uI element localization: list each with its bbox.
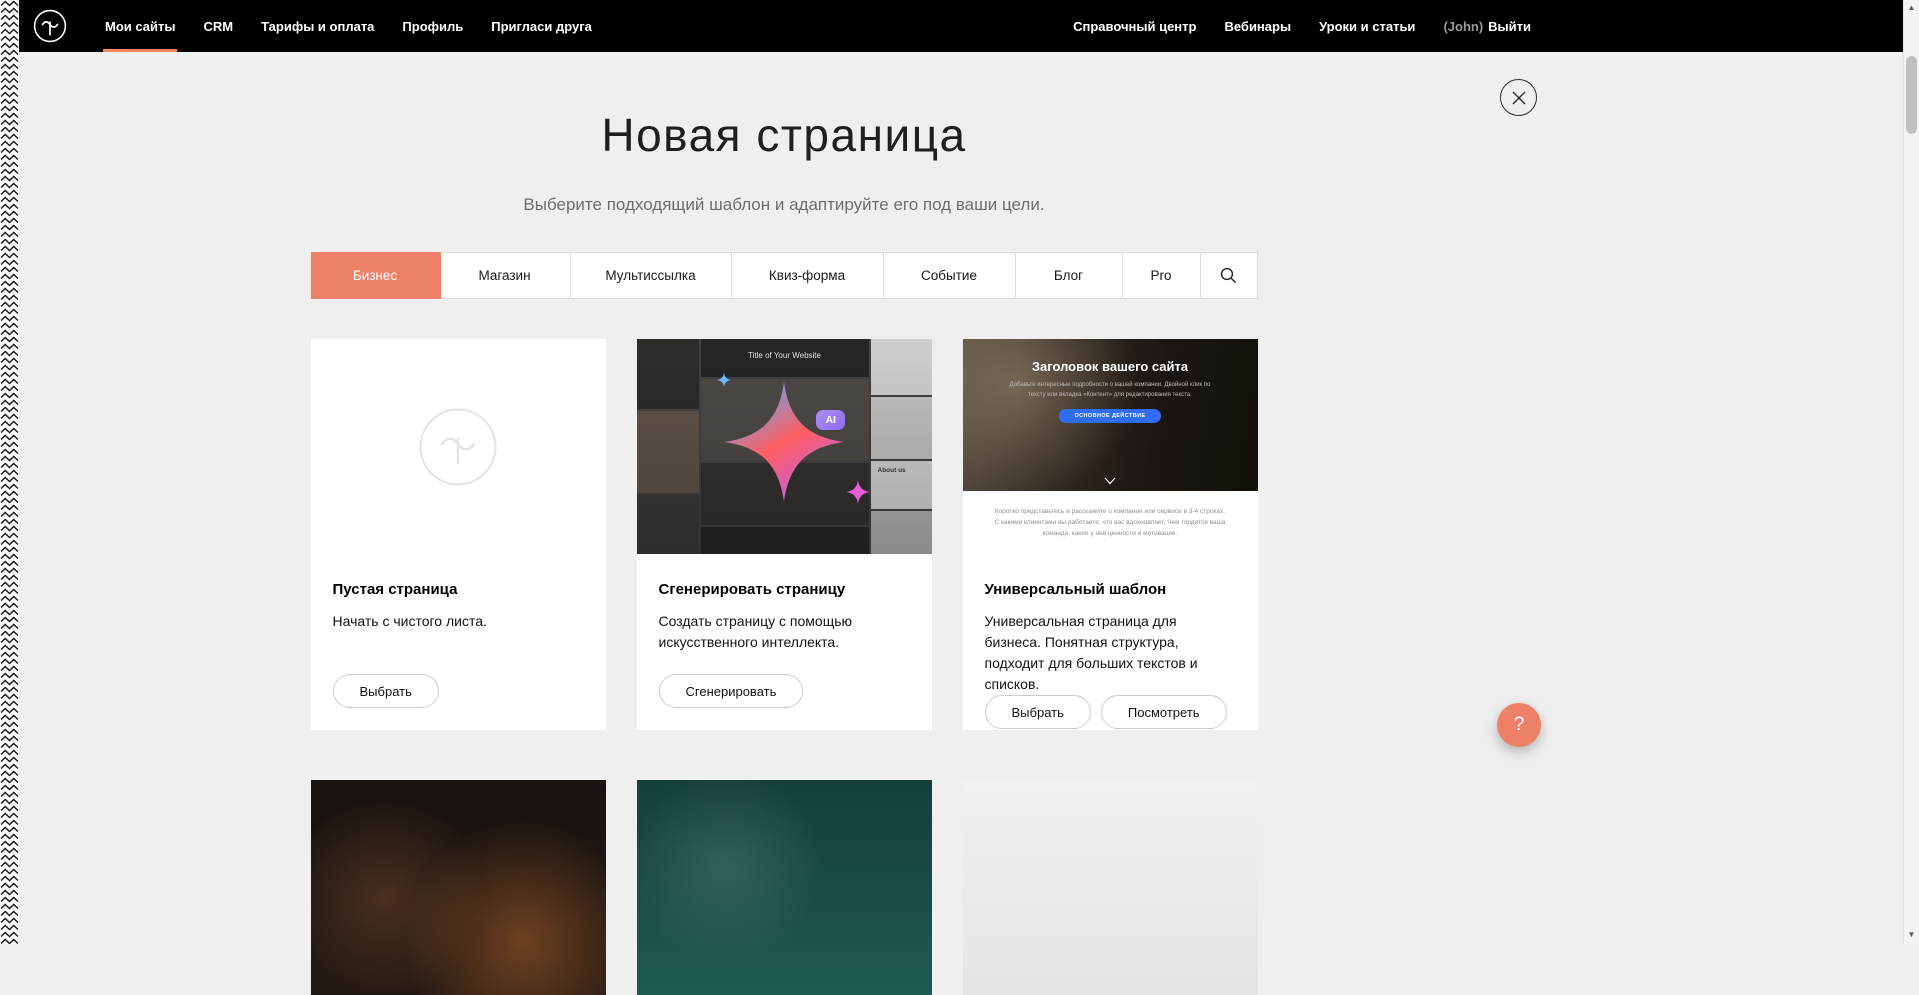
template-preview-partial bbox=[637, 780, 932, 995]
nav-item-crm[interactable]: CRM bbox=[189, 0, 247, 52]
tilda-logo[interactable] bbox=[33, 9, 67, 43]
template-category-tabs: Бизнес Магазин Мультиссылка Квиз-форма С… bbox=[311, 252, 1258, 299]
nav-item-lessons[interactable]: Уроки и статьи bbox=[1305, 0, 1429, 52]
chevron-down-icon bbox=[1104, 477, 1116, 485]
ai-badge: AI bbox=[816, 410, 845, 430]
preview-body-text: Коротко представьтесь и расскажите о ком… bbox=[994, 506, 1226, 539]
search-tab[interactable] bbox=[1201, 253, 1257, 298]
template-card-partial[interactable] bbox=[963, 780, 1258, 995]
preview-site-subtitle: Добавьте интересные подробности о вашей … bbox=[1001, 381, 1219, 400]
scrollbar[interactable]: ▲ ▼ bbox=[1903, 0, 1919, 944]
zigzag-pattern-icon bbox=[0, 0, 19, 944]
preview-site-title: Заголовок вашего сайта bbox=[963, 359, 1258, 374]
top-navbar: Мои сайты CRM Тарифы и оплата Профиль Пр… bbox=[0, 0, 1919, 52]
card-actions: Выбрать Посмотреть bbox=[985, 695, 1236, 729]
nav-item-profile[interactable]: Профиль bbox=[388, 0, 477, 52]
logout-link[interactable]: Выйти bbox=[1483, 0, 1545, 52]
search-icon bbox=[1220, 267, 1237, 284]
tab-blog[interactable]: Блог bbox=[1016, 253, 1123, 298]
user-name: (John) bbox=[1443, 19, 1483, 34]
scrollbar-thumb[interactable] bbox=[1906, 56, 1917, 134]
card-actions: Сгенерировать bbox=[659, 674, 910, 708]
select-universal-button[interactable]: Выбрать bbox=[985, 695, 1091, 729]
ai-collage-preview: Title of Your Website About us bbox=[637, 339, 932, 554]
card-description: Универсальная страница для бизнеса. Поня… bbox=[985, 611, 1236, 695]
tilda-watermark-icon bbox=[418, 407, 498, 487]
template-preview-partial bbox=[311, 780, 606, 995]
tab-event[interactable]: Событие bbox=[884, 253, 1016, 298]
generate-button[interactable]: Сгенерировать bbox=[659, 674, 804, 708]
zigzag-side-decoration bbox=[0, 0, 19, 944]
tab-pro[interactable]: Pro bbox=[1123, 253, 1201, 298]
tab-quiz-form[interactable]: Квиз-форма bbox=[732, 253, 884, 298]
help-button[interactable]: ? bbox=[1497, 703, 1541, 747]
card-description: Начать с чистого листа. bbox=[333, 611, 584, 632]
collage-site-title: Title of Your Website bbox=[701, 351, 869, 360]
scroll-up-arrow[interactable]: ▲ bbox=[1904, 3, 1919, 12]
card-body: Универсальный шаблон Универсальная стран… bbox=[963, 554, 1258, 751]
card-actions: Выбрать bbox=[333, 674, 584, 708]
template-card-partial[interactable] bbox=[637, 780, 932, 995]
page-title: Новая страница bbox=[0, 108, 1568, 162]
small-sparkle-icon bbox=[843, 477, 873, 507]
card-title: Сгенерировать страницу bbox=[659, 581, 910, 598]
preview-cta-button: Основное действие bbox=[1059, 409, 1160, 423]
blank-page-preview bbox=[311, 339, 606, 554]
select-blank-button[interactable]: Выбрать bbox=[333, 674, 439, 708]
tilda-logo-icon bbox=[33, 9, 67, 43]
nav-item-invite-friend[interactable]: Пригласи друга bbox=[477, 0, 606, 52]
universal-template-preview: Заголовок вашего сайта Добавьте интересн… bbox=[963, 339, 1258, 554]
ai-sparkle-group bbox=[709, 367, 859, 517]
page-subtitle: Выберите подходящий шаблон и адаптируйте… bbox=[0, 195, 1568, 215]
tiny-sparkle-icon bbox=[715, 371, 733, 389]
template-preview-partial bbox=[963, 780, 1258, 995]
preview-hero: Заголовок вашего сайта Добавьте интересн… bbox=[963, 339, 1258, 491]
template-grid: Пустая страница Начать с чистого листа. … bbox=[311, 339, 1258, 995]
template-card-universal[interactable]: Заголовок вашего сайта Добавьте интересн… bbox=[963, 339, 1258, 730]
card-description: Создать страницу с помощью искусственног… bbox=[659, 611, 910, 653]
template-card-ai-generate[interactable]: Title of Your Website About us bbox=[637, 339, 932, 730]
ai-sparkle-icon bbox=[709, 367, 859, 517]
card-body: Пустая страница Начать с чистого листа. … bbox=[311, 554, 606, 730]
tab-multilink[interactable]: Мультиссылка bbox=[571, 253, 732, 298]
secondary-nav: Справочный центр Вебинары Уроки и статьи… bbox=[1059, 0, 1545, 52]
nav-item-webinars[interactable]: Вебинары bbox=[1210, 0, 1305, 52]
nav-item-my-sites[interactable]: Мои сайты bbox=[91, 0, 189, 52]
nav-item-tariffs[interactable]: Тарифы и оплата bbox=[247, 0, 388, 52]
preview-body: Коротко представьтесь и расскажите о ком… bbox=[963, 491, 1258, 554]
nav-item-help-center[interactable]: Справочный центр bbox=[1059, 0, 1210, 52]
tab-business[interactable]: Бизнес bbox=[312, 253, 440, 298]
view-universal-button[interactable]: Посмотреть bbox=[1101, 695, 1227, 729]
card-body: Сгенерировать страницу Создать страницу … bbox=[637, 554, 932, 730]
close-icon bbox=[1512, 91, 1526, 105]
close-button[interactable] bbox=[1500, 79, 1537, 116]
main-nav: Мои сайты CRM Тарифы и оплата Профиль Пр… bbox=[91, 0, 606, 52]
scroll-down-arrow[interactable]: ▼ bbox=[1904, 930, 1919, 939]
template-card-partial[interactable] bbox=[311, 780, 606, 995]
template-card-blank[interactable]: Пустая страница Начать с чистого листа. … bbox=[311, 339, 606, 730]
card-title: Пустая страница bbox=[333, 581, 584, 598]
new-page-dialog: Новая страница Выберите подходящий шабло… bbox=[0, 52, 1568, 995]
tab-shop[interactable]: Магазин bbox=[440, 253, 571, 298]
card-title: Универсальный шаблон bbox=[985, 581, 1236, 598]
collage-about-label: About us bbox=[878, 467, 906, 474]
